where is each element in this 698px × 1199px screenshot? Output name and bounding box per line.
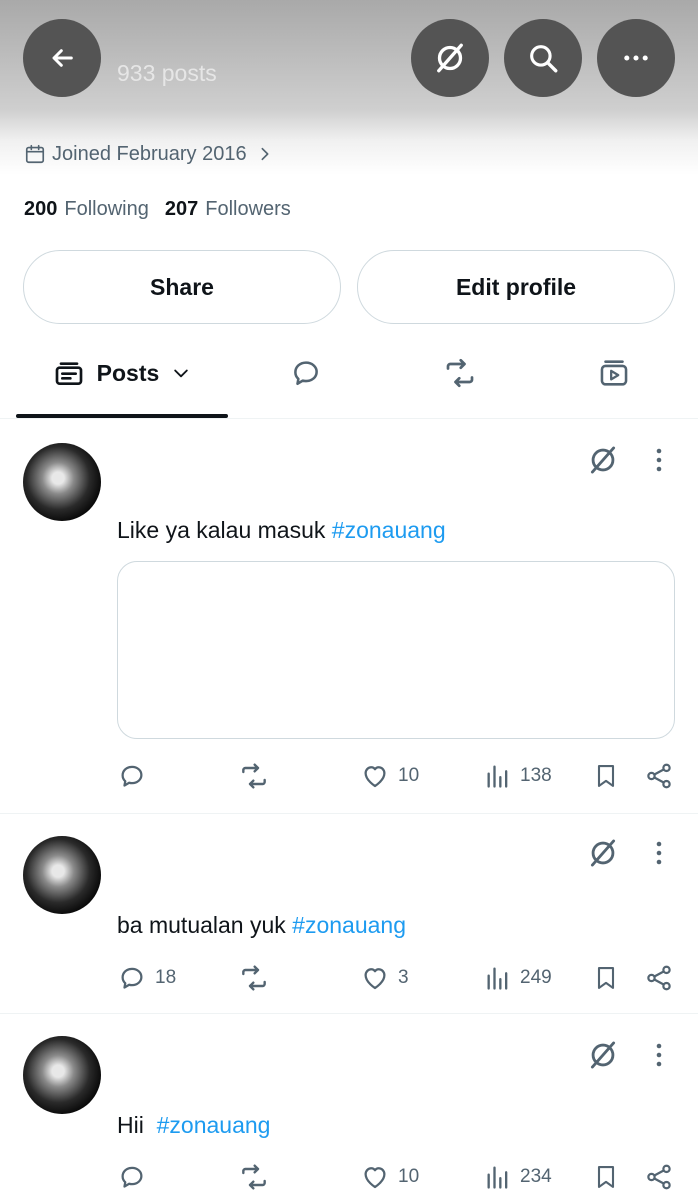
reply-count: 18: [155, 967, 177, 988]
reply-icon: [121, 967, 143, 989]
heart-icon: [364, 968, 386, 990]
post-text: ba mutualan yuk #zonauang: [117, 912, 407, 938]
reply-bubble-icon: [294, 361, 318, 386]
view-count: 138: [520, 765, 552, 786]
post-item[interactable]: Hii #zonauang 10 234: [0, 1014, 698, 1199]
avatar[interactable]: [23, 443, 101, 521]
repost-icon: [242, 763, 266, 789]
grok-icon[interactable]: [586, 443, 620, 477]
reply-icon: [121, 1166, 143, 1188]
post-item[interactable]: ba mutualan yuk #zonauang 18 3 249: [0, 814, 698, 1014]
more-options-button[interactable]: [597, 19, 675, 97]
grok-button[interactable]: [411, 19, 489, 97]
chevron-right-icon: [261, 147, 269, 161]
post-more-button[interactable]: [646, 1040, 672, 1070]
repost-button[interactable]: [238, 760, 278, 792]
repost-icon: [446, 358, 474, 388]
reply-icon: [121, 765, 143, 787]
more-horizontal-icon: [624, 55, 648, 61]
view-count: 249: [520, 967, 552, 988]
chevron-down-icon[interactable]: [171, 363, 191, 383]
hashtag-link[interactable]: #zonauang: [332, 517, 446, 543]
joined-date-label: Joined February 2016: [52, 142, 247, 165]
following-link[interactable]: 200 Following: [24, 198, 165, 221]
grok-icon: [437, 43, 463, 73]
tab-posts[interactable]: Posts: [16, 340, 228, 406]
analytics-icon: [487, 765, 508, 788]
post-more-button[interactable]: [646, 838, 672, 868]
reply-button[interactable]: 18: [117, 962, 176, 994]
views-button[interactable]: 138: [484, 760, 552, 792]
heart-icon: [364, 766, 386, 788]
repost-button[interactable]: [238, 962, 278, 994]
posts-count: 933 posts: [117, 60, 217, 86]
tab-replies[interactable]: [248, 340, 364, 406]
back-button[interactable]: [23, 19, 101, 97]
like-count: 10: [398, 1166, 420, 1187]
tab-media[interactable]: [556, 340, 672, 406]
profile-tabs: Posts: [0, 340, 698, 419]
search-button[interactable]: [504, 19, 582, 97]
repost-icon: [242, 1164, 266, 1190]
search-icon: [530, 45, 558, 73]
post-text: Hii #zonauang: [117, 1112, 271, 1138]
post-more-button[interactable]: [646, 445, 672, 475]
repost-icon: [242, 965, 266, 991]
tab-posts-label: Posts: [96, 359, 160, 386]
share-icon[interactable]: [644, 962, 674, 994]
bookmark-icon[interactable]: [592, 1161, 620, 1193]
more-vertical-icon: [656, 841, 662, 865]
avatar[interactable]: [23, 836, 101, 914]
calendar-icon: [25, 144, 45, 164]
reply-button[interactable]: [117, 760, 155, 792]
views-button[interactable]: 249: [484, 962, 552, 994]
post-item[interactable]: Like ya kalau masuk #zonauang 10 138: [0, 419, 698, 814]
post-media-placeholder[interactable]: [117, 561, 675, 739]
like-count: 10: [398, 765, 420, 786]
hashtag-link[interactable]: #zonauang: [157, 1112, 271, 1138]
share-button[interactable]: Share: [23, 250, 341, 324]
active-tab-indicator: [16, 414, 228, 418]
more-vertical-icon: [656, 1043, 662, 1067]
joined-date[interactable]: Joined February 2016: [24, 140, 273, 168]
posts-feed-icon: [55, 362, 83, 385]
post-text: Like ya kalau masuk #zonauang: [117, 517, 446, 543]
hashtag-link[interactable]: #zonauang: [292, 912, 406, 938]
bookmark-icon[interactable]: [592, 760, 620, 792]
following-count: 200: [24, 198, 58, 220]
tab-reposts[interactable]: [402, 340, 518, 406]
followers-link[interactable]: 207 Followers: [165, 198, 307, 221]
reply-button[interactable]: [117, 1161, 155, 1193]
grok-icon[interactable]: [586, 1038, 620, 1072]
like-count: 3: [398, 967, 409, 988]
analytics-icon: [487, 1166, 508, 1189]
follow-stats: 200 Following 207 Followers: [24, 198, 307, 221]
bookmark-icon[interactable]: [592, 962, 620, 994]
edit-profile-button[interactable]: Edit profile: [357, 250, 675, 324]
share-icon[interactable]: [644, 1161, 674, 1193]
followers-count: 207: [164, 198, 199, 220]
like-button[interactable]: 10: [360, 1161, 419, 1193]
arrow-left-icon: [52, 49, 73, 67]
like-button[interactable]: 10: [360, 760, 419, 792]
like-button[interactable]: 3: [360, 962, 409, 994]
views-button[interactable]: 234: [484, 1161, 552, 1193]
following-label: Following: [64, 198, 149, 220]
repost-button[interactable]: [238, 1161, 278, 1193]
media-icon: [600, 360, 628, 386]
followers-label: Followers: [205, 198, 291, 220]
view-count: 234: [520, 1166, 552, 1187]
more-vertical-icon: [656, 448, 662, 472]
heart-icon: [364, 1167, 386, 1189]
analytics-icon: [487, 967, 508, 990]
share-icon[interactable]: [644, 760, 674, 792]
avatar[interactable]: [23, 1036, 101, 1114]
grok-icon[interactable]: [586, 836, 620, 870]
